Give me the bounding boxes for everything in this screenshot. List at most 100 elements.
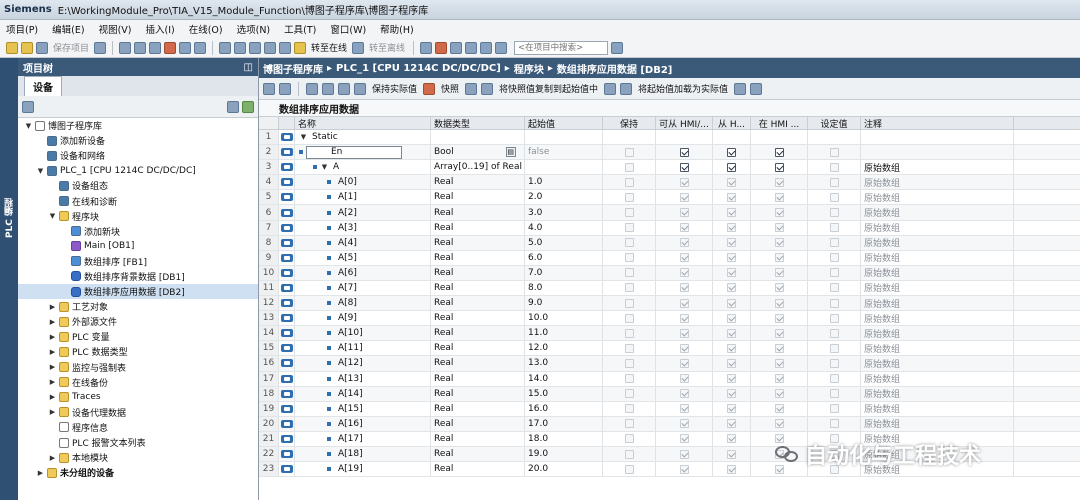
setpoint-checkbox[interactable]	[829, 238, 839, 248]
collapsed-arrow-icon[interactable]: ▶	[36, 469, 45, 477]
load-start-values-icon[interactable]	[734, 82, 747, 95]
type-cell[interactable]: Real	[431, 280, 525, 296]
setpoint-checkbox[interactable]	[829, 404, 839, 414]
table-row[interactable]: 12 A[8] Real 9.0 原始数组	[259, 296, 1080, 312]
comment-cell[interactable]: 原始数组	[861, 265, 1014, 280]
header-setpoint[interactable]: 设定值	[808, 117, 861, 129]
start-value-cell[interactable]	[525, 160, 603, 175]
type-cell[interactable]: Real	[431, 175, 525, 190]
glasses-icon[interactable]	[354, 82, 366, 95]
hmi-access-checkbox[interactable]	[679, 298, 689, 308]
download-icon[interactable]	[234, 41, 247, 54]
header-hmi-setpoint[interactable]: 在 HMI ...	[751, 117, 808, 129]
save-project-button[interactable]: 保存项目	[51, 41, 91, 54]
type-dropdown-icon[interactable]: ▤	[505, 147, 516, 158]
start-value-cell[interactable]: 1.0	[525, 175, 603, 190]
comment-cell[interactable]: 原始数组	[861, 220, 1014, 235]
type-cell[interactable]	[431, 130, 525, 145]
hmi-setpoint-checkbox[interactable]	[774, 177, 784, 187]
expanded-arrow-icon[interactable]: ▼	[36, 167, 45, 175]
table-row[interactable]: 9 A[5] Real 6.0 原始数组	[259, 250, 1080, 266]
hmi-setpoint-checkbox[interactable]	[774, 313, 784, 323]
setpoint-checkbox[interactable]	[829, 283, 839, 293]
table-row[interactable]: 15 A[11] Real 12.0 原始数组	[259, 341, 1080, 357]
comment-cell[interactable]	[861, 145, 1014, 160]
hmi-visible-checkbox[interactable]	[727, 162, 736, 172]
setpoint-checkbox[interactable]	[829, 298, 839, 308]
table-row[interactable]: 16 A[12] Real 13.0 原始数组	[259, 356, 1080, 372]
setpoint-checkbox[interactable]	[829, 192, 839, 202]
start-value-cell[interactable]: false	[525, 145, 603, 160]
tree-item[interactable]: 设备组态	[18, 178, 258, 193]
start-value-cell[interactable]: 18.0	[525, 431, 603, 446]
name-cell[interactable]: A[5]	[295, 250, 431, 265]
setpoint-checkbox[interactable]	[829, 389, 839, 399]
tree-item[interactable]: 数组排序背景数据 [DB1]	[18, 269, 258, 284]
name-cell[interactable]: A[8]	[295, 296, 431, 311]
hmi-setpoint-checkbox[interactable]	[774, 162, 784, 172]
table-row[interactable]: 20 A[16] Real 17.0 原始数组	[259, 416, 1080, 432]
type-cell[interactable]: Real	[431, 446, 525, 462]
hmi-setpoint-checkbox[interactable]	[774, 253, 784, 263]
type-cell[interactable]: Real	[431, 326, 525, 341]
tree-item[interactable]: ▶ 本地模块	[18, 450, 258, 465]
table-row[interactable]: 18 A[14] Real 15.0 原始数组	[259, 386, 1080, 402]
menu-item[interactable]: 在线(O)	[189, 22, 223, 36]
hmi-setpoint-checkbox[interactable]	[774, 208, 784, 218]
header-retain[interactable]: 保持	[603, 117, 656, 129]
setpoint-checkbox[interactable]	[829, 223, 839, 233]
snapshot-icon[interactable]	[465, 82, 478, 95]
new-project-icon[interactable]	[6, 41, 18, 54]
start-value-cell[interactable]: 20.0	[525, 462, 603, 477]
delete-icon[interactable]	[164, 41, 177, 54]
expanded-arrow-icon[interactable]: ▼	[24, 122, 33, 130]
start-value-cell[interactable]: 12.0	[525, 341, 603, 356]
hmi-visible-checkbox[interactable]	[727, 147, 736, 157]
tree-item[interactable]: 在线和诊断	[18, 193, 258, 208]
copy-snapshot-all-icon[interactable]	[620, 82, 633, 95]
retain-checkbox[interactable]	[624, 358, 634, 368]
setpoint-checkbox[interactable]	[829, 208, 839, 218]
name-cell[interactable]: A[2]	[295, 205, 431, 220]
hmi-access-checkbox[interactable]	[679, 147, 689, 157]
go-online-button[interactable]: 转至在线	[309, 41, 349, 54]
hmi-visible-checkbox[interactable]	[727, 313, 736, 323]
breadcrumb-item[interactable]: 程序块	[514, 61, 544, 76]
start-value-cell[interactable]: 2.0	[525, 190, 603, 205]
start-value-cell[interactable]: 6.0	[525, 250, 603, 265]
name-cell[interactable]: A[6]	[295, 265, 431, 280]
retain-checkbox[interactable]	[624, 464, 634, 474]
setpoint-checkbox[interactable]	[829, 147, 839, 157]
copy-snapshot-icon[interactable]	[604, 82, 617, 95]
hmi-setpoint-checkbox[interactable]	[774, 404, 784, 414]
tree-item[interactable]: ▶ PLC 变量	[18, 329, 258, 344]
hmi-setpoint-checkbox[interactable]	[774, 147, 784, 157]
type-cell[interactable]: Real	[431, 401, 525, 416]
hmi-setpoint-checkbox[interactable]	[774, 298, 784, 308]
tree-item[interactable]: ▶ 设备代理数据	[18, 405, 258, 420]
collapsed-arrow-icon[interactable]: ▶	[48, 303, 57, 311]
hmi-access-checkbox[interactable]	[679, 177, 689, 187]
retain-checkbox[interactable]	[624, 208, 634, 218]
project-search-input[interactable]	[514, 40, 609, 55]
cut-icon[interactable]	[119, 41, 132, 54]
retain-checkbox[interactable]	[624, 404, 634, 414]
hmi-access-checkbox[interactable]	[679, 343, 689, 353]
hmi-setpoint-checkbox[interactable]	[774, 268, 784, 278]
table-row[interactable]: 13 A[9] Real 10.0 原始数组	[259, 311, 1080, 327]
retain-checkbox[interactable]	[624, 374, 634, 384]
hmi-access-checkbox[interactable]	[679, 358, 689, 368]
simulation-icon[interactable]	[264, 41, 277, 54]
start-value-cell[interactable]: 10.0	[525, 311, 603, 326]
breadcrumb-item[interactable]: 博图子程序库	[263, 61, 323, 76]
collapsed-arrow-icon[interactable]: ▶	[48, 348, 57, 356]
retain-checkbox[interactable]	[624, 298, 634, 308]
hmi-access-checkbox[interactable]	[679, 419, 689, 429]
name-cell[interactable]: A[11]	[295, 341, 431, 356]
setpoint-checkbox[interactable]	[829, 162, 839, 172]
comment-cell[interactable]: 原始数组	[861, 326, 1014, 341]
go-online-icon[interactable]	[294, 41, 307, 54]
start-value-cell[interactable]: 7.0	[525, 265, 603, 280]
add-device-icon[interactable]	[22, 100, 34, 113]
save-icon[interactable]	[36, 41, 48, 54]
